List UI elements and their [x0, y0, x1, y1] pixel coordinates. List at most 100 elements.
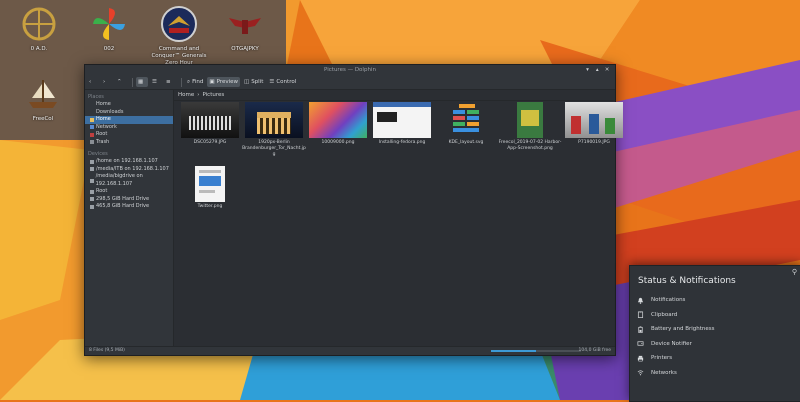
preview-button[interactable]: ▣ Preview [207, 77, 240, 87]
file-thumbnail [245, 102, 303, 138]
popup-title: Status & Notifications [638, 276, 736, 286]
sidebar-item-label: Downloads [96, 108, 124, 115]
sidebar-item-trash[interactable]: Trash [85, 139, 173, 147]
toolbar: ‹ › ⌃ ▦ ☰ ≡ ⌕ Find ▣ Preview ◫ Split ☰ Contr… [85, 75, 615, 90]
file-thumbnail [565, 102, 623, 138]
sidebar-item-label: /media/bigdrive on 192.168.1.107 [95, 173, 143, 187]
desktop-icon-002[interactable]: 002 [78, 4, 140, 53]
sidebar-item-downloads[interactable]: Downloads [85, 109, 173, 117]
preview-icon: ▣ [209, 79, 215, 85]
hard-drive-icon [90, 189, 94, 194]
sidebar-item-label: 465,8 GiB Hard Drive [96, 203, 150, 209]
back-button[interactable]: ‹ [87, 77, 99, 87]
file-name: 10009000.png [321, 140, 355, 145]
clipboard-icon [637, 311, 644, 319]
forward-button[interactable]: › [101, 77, 113, 87]
status-notifications-popup: ⚲ Status & Notifications Notifications C… [629, 265, 800, 402]
icons-view-button[interactable]: ▦ [136, 77, 148, 87]
search-icon: ⌕ [187, 79, 191, 85]
disk-usage-bar [491, 350, 581, 352]
compact-view-button[interactable]: ☰ [150, 77, 162, 87]
applet-clipboard[interactable]: Clipboard [630, 308, 800, 323]
file-item[interactable]: DSC05279.JPG [178, 102, 242, 146]
file-view[interactable]: Home › Pictures DSC05279.JPG 1920px-Berl… [174, 90, 623, 347]
applet-label: Clipboard [651, 311, 678, 318]
pinwheel-icon [89, 4, 129, 44]
applet-printers[interactable]: Printers [630, 351, 800, 366]
window-title: Pictures — Dolphin [324, 67, 376, 73]
status-text: 8 Files (9,5 MiB) [89, 348, 125, 353]
applet-networks[interactable]: Networks [630, 366, 800, 381]
sidebar-device-item[interactable]: /media/ITB on 192.168.1.107 [85, 166, 173, 174]
maximize-icon[interactable]: ▴ [593, 65, 601, 75]
sidebar-device-item[interactable]: Root [85, 188, 173, 196]
file-thumbnail [309, 102, 367, 138]
sidebar-item-label: Root [96, 188, 108, 194]
sidebar-device-item[interactable]: 465,8 GiB Hard Drive [85, 203, 173, 211]
desktop-icon-label: FreeCol [32, 116, 54, 122]
sidebar-item-home-selected[interactable]: Home [85, 116, 173, 124]
breadcrumb-item-home[interactable]: Home [178, 90, 194, 100]
applet-label: Notifications [651, 297, 686, 304]
ship-icon [23, 74, 63, 114]
sidebar-item-home[interactable]: Home [85, 101, 173, 109]
close-icon[interactable]: ✕ [603, 65, 611, 75]
battery-icon [638, 326, 643, 333]
desktop-icon-label: 0 A.D. [30, 46, 48, 52]
forward-arrow-icon: › [103, 79, 106, 85]
file-item[interactable]: KDE_layout.svg [434, 102, 498, 146]
window-titlebar[interactable]: Pictures — Dolphin ▾ ▴ ✕ [85, 65, 615, 75]
applet-battery[interactable]: Battery and Brightness [630, 322, 800, 337]
breadcrumb-item-pictures[interactable]: Pictures [202, 90, 224, 100]
details-list-icon: ≡ [166, 79, 171, 85]
sidebar-item-label: Root [96, 131, 108, 137]
applet-label: Device Notifier [651, 340, 692, 347]
toolbar-divider [181, 77, 182, 87]
disk-usage-fill [491, 350, 536, 352]
sidebar-item-label: /home on 192.168.1.107 [96, 158, 158, 164]
file-item[interactable]: 10009000.png [306, 102, 370, 146]
desktop-icon-generals[interactable]: Command and Conquer™ Generals Zero Hour [148, 4, 210, 67]
file-name: KDE_layout.svg [448, 140, 484, 145]
file-thumbnail [195, 166, 225, 202]
file-item[interactable]: P7190019.JPG [562, 102, 626, 146]
sidebar-item-root[interactable]: Root [85, 131, 173, 139]
free-space-text: 104,0 GiB free [578, 348, 611, 353]
desktop-icon-0ad[interactable]: 0 A.D. [8, 4, 70, 53]
sidebar-item-label: 298,5 GiB Hard Drive [96, 195, 150, 202]
toolbar-divider [132, 77, 133, 87]
network-drive-icon [90, 159, 94, 164]
bell-icon [637, 297, 644, 304]
split-button[interactable]: ◫ Split [242, 77, 265, 87]
minimize-icon[interactable]: ▾ [584, 65, 592, 75]
file-name: Installing-fedora.png [378, 140, 426, 145]
grid-icon: ▦ [138, 79, 144, 85]
applet-device-notifier[interactable]: Device Notifier [630, 337, 800, 352]
up-button[interactable]: ⌃ [115, 77, 127, 87]
sidebar-device-item[interactable]: 298,5 GiB Hard Drive [85, 196, 173, 204]
file-item[interactable]: 1920px-Berlin Brandenburger_Tor_Nacht.jp… [242, 102, 306, 158]
desktop-icon-label: 002 [103, 46, 115, 52]
file-item[interactable]: Twitter.png [178, 166, 242, 210]
file-item[interactable]: Freecol_2019-07-02 Harbor-App-Screenshot… [498, 102, 562, 152]
hard-drive-icon [90, 197, 94, 202]
desktop-icon-freecol[interactable]: FreeCol [12, 74, 74, 123]
find-label: Find [192, 79, 204, 85]
sidebar-item-network[interactable]: Network [85, 124, 173, 132]
places-header: Places [88, 94, 104, 100]
applet-notifications[interactable]: Notifications [630, 293, 800, 308]
network-drive-icon [90, 167, 94, 172]
sidebar-item-label: Network [96, 123, 117, 130]
breadcrumb: Home › Pictures [174, 90, 615, 101]
home-icon [90, 103, 94, 107]
find-button[interactable]: ⌕ Find [185, 77, 205, 87]
sidebar-item-label: Home [96, 101, 111, 107]
file-item[interactable]: Installing-fedora.png [370, 102, 434, 146]
control-button[interactable]: ☰ Control [267, 77, 298, 87]
sidebar-device-item[interactable]: /home on 192.168.1.107 [85, 158, 173, 166]
desktop-icon-otgajpky[interactable]: OTGAJPKY [214, 4, 276, 53]
pin-icon[interactable]: ⚲ [792, 268, 797, 276]
sidebar-device-item[interactable]: /media/bigdrive on 192.168.1.107 [85, 173, 173, 188]
hard-drive-icon [90, 204, 94, 209]
details-view-button[interactable]: ≡ [164, 77, 176, 87]
